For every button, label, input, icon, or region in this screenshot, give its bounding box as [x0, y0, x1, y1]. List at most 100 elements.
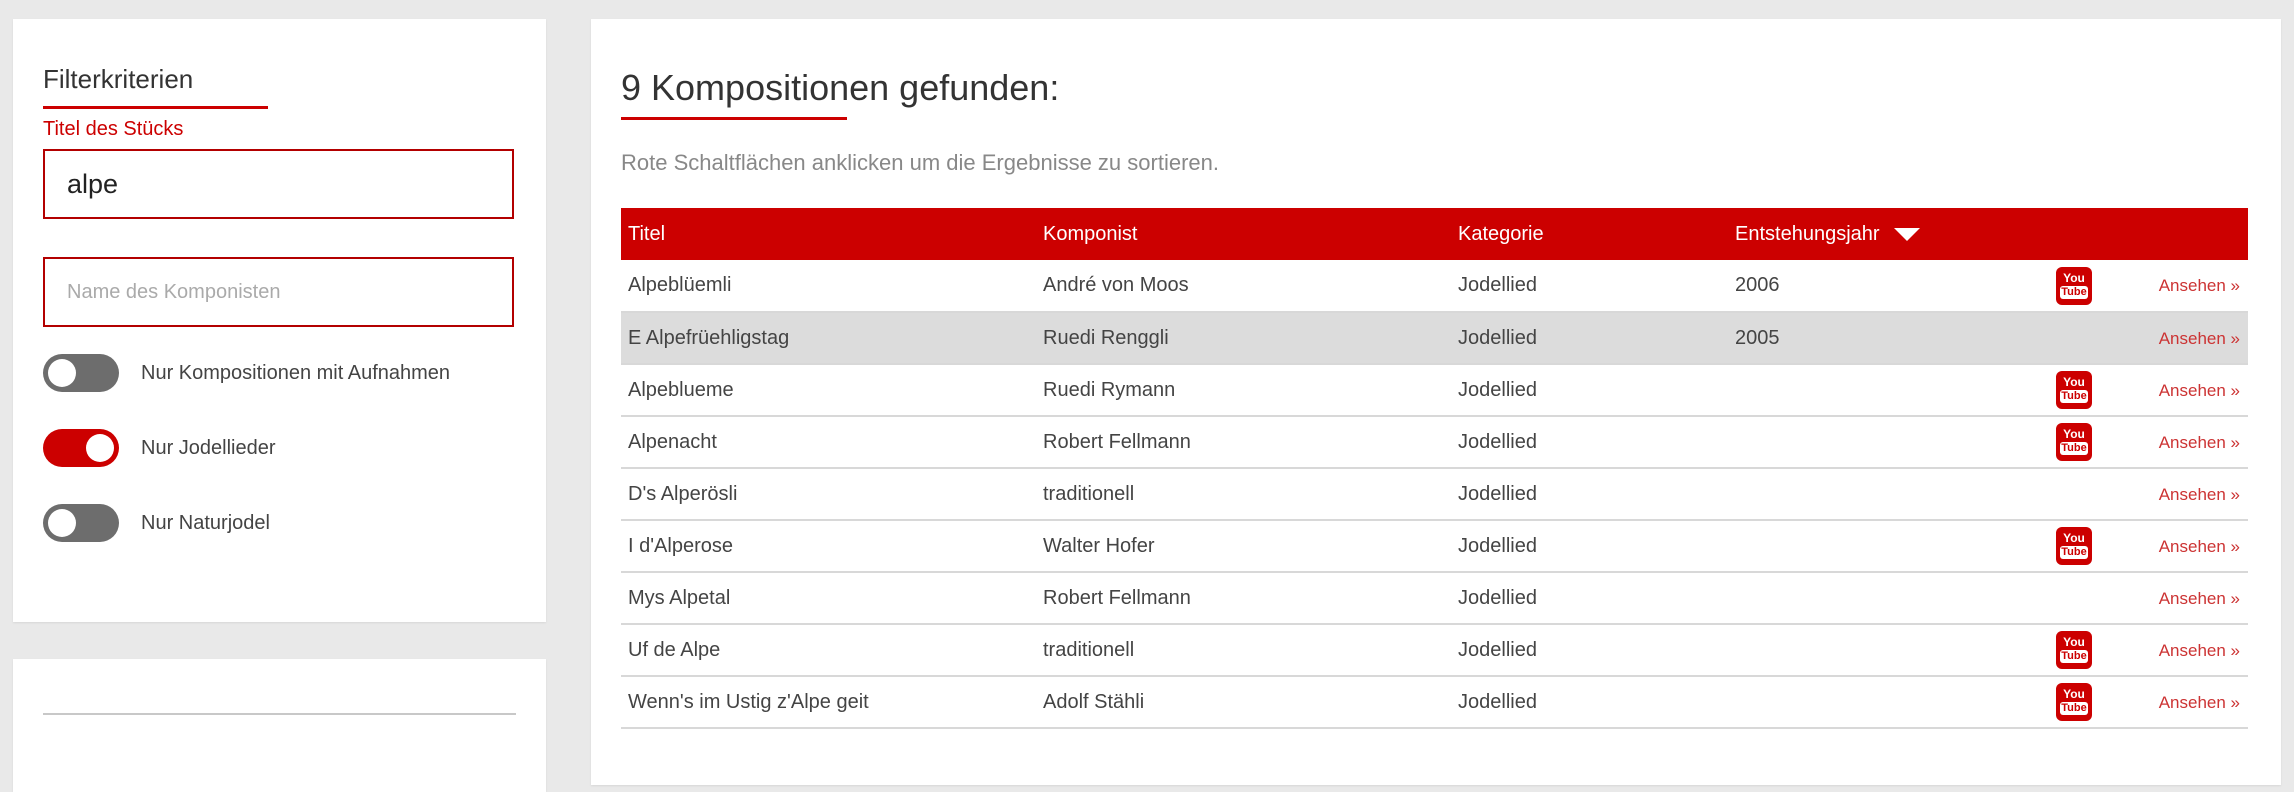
view-link[interactable]: Ansehen » [2159, 433, 2240, 452]
sort-by-composer-button[interactable]: Komponist [1036, 208, 1451, 260]
view-link[interactable]: Ansehen » [2159, 537, 2240, 556]
cell-title: Uf de Alpe [628, 638, 721, 661]
toggle-jodellieder-row[interactable]: Nur Jodellieder [43, 429, 276, 467]
cell-action: Ansehen » [2112, 624, 2248, 676]
table-row: Alpeblueme Ruedi Rymann Jodellied You Tube An… [621, 364, 2248, 416]
sort-by-category-button[interactable]: Kategorie [1451, 208, 1728, 260]
results-table-body: Alpeblüemli André von Moos Jodellied 2006 Yo… [621, 260, 2248, 728]
cell-category: Jodellied [1458, 274, 1537, 296]
cell-action: Ansehen » [2112, 416, 2248, 468]
cell-composer: Robert Fellmann [1043, 430, 1191, 453]
youtube-icon[interactable]: You Tube [2056, 423, 2092, 461]
youtube-icon[interactable]: You Tube [2056, 683, 2092, 721]
cell-category: Jodellied [1458, 638, 1537, 661]
cell-action: Ansehen » [2112, 572, 2248, 624]
sort-by-year-button[interactable]: Entstehungsjahr [1728, 208, 2015, 260]
toggle-recordings-row[interactable]: Nur Kompositionen mit Aufnahmen [43, 354, 450, 392]
cell-category: Jodellied [1458, 534, 1537, 557]
table-row: Uf de Alpe traditionell Jodellied You Tube An… [621, 624, 2248, 676]
cell-action: Ansehen » [2112, 364, 2248, 416]
table-row: D's Alperösli traditionell Jodellied Ansehe… [621, 468, 2248, 520]
table-row: Mys Alpetal Robert Fellmann Jodellied Anseh… [621, 572, 2248, 624]
view-link[interactable]: Ansehen » [2159, 381, 2240, 400]
cell-composer: Ruedi Renggli [1043, 326, 1169, 349]
cell-composer: Walter Hofer [1043, 534, 1155, 557]
cell-year [1728, 624, 2015, 676]
cell-composer: traditionell [1043, 482, 1135, 505]
cell-title: Alpeblueme [628, 378, 734, 401]
view-link[interactable]: Ansehen » [2159, 589, 2240, 608]
title-search-input[interactable] [43, 149, 514, 219]
cell-media [2015, 312, 2112, 364]
divider [43, 713, 516, 715]
youtube-icon-tube: Tube [2060, 285, 2088, 299]
cell-media [2015, 572, 2112, 624]
table-row: Alpeblüemli André von Moos Jodellied 2006 Yo… [621, 260, 2248, 312]
youtube-icon[interactable]: You Tube [2056, 527, 2092, 565]
youtube-icon-tube: Tube [2060, 546, 2088, 559]
toggle-naturjodel-label: Nur Naturjodel [141, 511, 270, 534]
youtube-icon-you: You [2063, 687, 2085, 701]
cell-title: E Alpefrüehligstag [628, 326, 790, 349]
table-header-row: Titel Komponist Kategorie Entstehungsjah… [621, 208, 2248, 260]
toggle-knob [48, 359, 76, 387]
view-link[interactable]: Ansehen » [2159, 641, 2240, 660]
cell-media [2015, 468, 2112, 520]
view-link[interactable]: Ansehen » [2159, 329, 2240, 348]
cell-action: Ansehen » [2112, 676, 2248, 728]
youtube-icon-you: You [2063, 531, 2085, 545]
youtube-icon-you: You [2063, 375, 2085, 389]
youtube-icon[interactable]: You Tube [2056, 371, 2092, 409]
cell-title: D's Alperösli [628, 482, 738, 505]
cell-title: Alpeblüemli [628, 274, 732, 296]
table-row: Wenn's im Ustig z'Alpe geit Adolf Stähli J… [621, 676, 2248, 728]
filter-panel: Filterkriterien Titel des Stücks Nur Kom… [13, 19, 546, 622]
cell-action: Ansehen » [2112, 312, 2248, 364]
youtube-icon[interactable]: You Tube [2056, 266, 2092, 305]
youtube-icon[interactable]: You Tube [2056, 631, 2092, 669]
cell-year [1728, 572, 2015, 624]
cell-media: You Tube [2015, 676, 2112, 728]
sort-descending-icon [1893, 227, 1920, 241]
cell-composer: Adolf Stähli [1043, 690, 1145, 713]
view-link[interactable]: Ansehen » [2159, 485, 2240, 504]
table-row: I d'Alperose Walter Hofer Jodellied You Tube… [621, 520, 2248, 572]
cell-year: 2005 [1735, 326, 1780, 349]
sort-by-title-button[interactable]: Titel [621, 208, 1036, 260]
cell-action: Ansehen » [2112, 260, 2248, 312]
sort-hint: Rote Schaltflächen anklicken um die Erge… [621, 150, 1219, 175]
results-heading: 9 Kompositionen gefunden: [621, 67, 1060, 108]
toggle-naturjodel-row[interactable]: Nur Naturjodel [43, 504, 270, 542]
cell-category: Jodellied [1458, 378, 1537, 401]
cell-media: You Tube [2015, 520, 2112, 572]
cell-category: Jodellied [1458, 430, 1537, 453]
cell-media: You Tube [2015, 416, 2112, 468]
table-row: E Alpefrüehligstag Ruedi Renggli Jodellied… [621, 312, 2248, 364]
results-heading-underline [621, 117, 847, 120]
view-link[interactable]: Ansehen » [2159, 276, 2240, 295]
cell-composer: André von Moos [1043, 274, 1189, 296]
toggle-recordings[interactable] [43, 354, 119, 392]
cell-year [1728, 520, 2015, 572]
toggle-jodellieder[interactable] [43, 429, 119, 467]
action-header [2112, 208, 2248, 260]
cell-title: Mys Alpetal [628, 586, 731, 609]
cell-media: You Tube [2015, 364, 2112, 416]
youtube-icon-tube: Tube [2060, 390, 2088, 403]
cell-year [1728, 468, 2015, 520]
view-link[interactable]: Ansehen » [2159, 693, 2240, 712]
media-header [2015, 208, 2112, 260]
cell-category: Jodellied [1458, 690, 1537, 713]
cell-composer: Robert Fellmann [1043, 586, 1191, 609]
year-header-label: Entstehungsjahr [1735, 222, 1880, 245]
cell-media: You Tube [2015, 624, 2112, 676]
secondary-panel [13, 659, 546, 792]
cell-action: Ansehen » [2112, 468, 2248, 520]
cell-category: Jodellied [1458, 586, 1537, 609]
composer-search-input[interactable] [43, 257, 514, 327]
youtube-icon-tube: Tube [2060, 442, 2088, 455]
filter-heading: Filterkriterien [43, 64, 194, 94]
cell-title: I d'Alperose [628, 534, 733, 557]
toggle-naturjodel[interactable] [43, 504, 119, 542]
cell-composer: traditionell [1043, 638, 1135, 661]
